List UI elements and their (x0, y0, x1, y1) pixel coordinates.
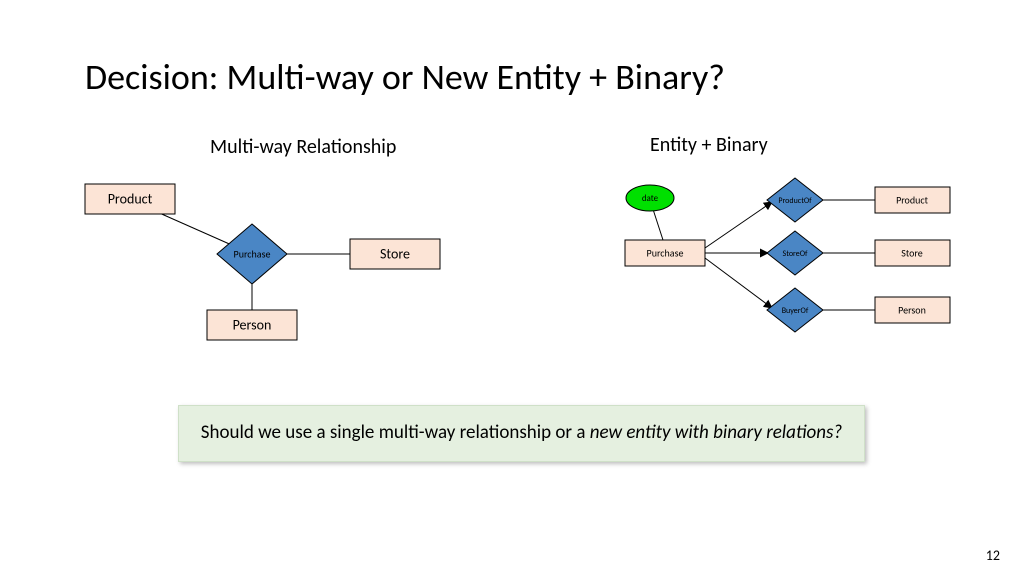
label-person: Person (233, 316, 272, 333)
right-heading: Entity + Binary (650, 133, 768, 157)
label-store: Store (380, 245, 410, 262)
label-purchase: Purchase (234, 247, 271, 260)
left-heading: Multi-way Relationship (210, 135, 396, 159)
label-product-r: Product (896, 193, 929, 206)
label-productof: ProductOf (778, 196, 812, 206)
label-purchase2: Purchase (647, 246, 684, 259)
label-person-r: Person (898, 303, 926, 316)
label-date: date (642, 193, 659, 204)
left-diagram: Product Store Person Purchase (80, 160, 480, 360)
question-box: Should we use a single multi-way relatio… (178, 405, 865, 462)
q-bold: multi-way relationship (379, 421, 551, 444)
right-diagram: date Purchase ProductOf StoreOf BuyerOf … (595, 160, 975, 360)
label-buyerof: BuyerOf (782, 306, 809, 316)
q-prefix: Should we use a single (201, 421, 379, 444)
label-product: Product (108, 190, 153, 207)
label-store-r: Store (901, 246, 922, 259)
slide: Decision: Multi-way or New Entity + Bina… (0, 0, 1024, 576)
label-storeof: StoreOf (783, 249, 808, 259)
page-number: 12 (986, 547, 1000, 564)
q-ital: new entity with binary relations? (590, 421, 842, 444)
slide-title: Decision: Multi-way or New Entity + Bina… (85, 55, 725, 99)
q-mid: or a (551, 421, 590, 444)
